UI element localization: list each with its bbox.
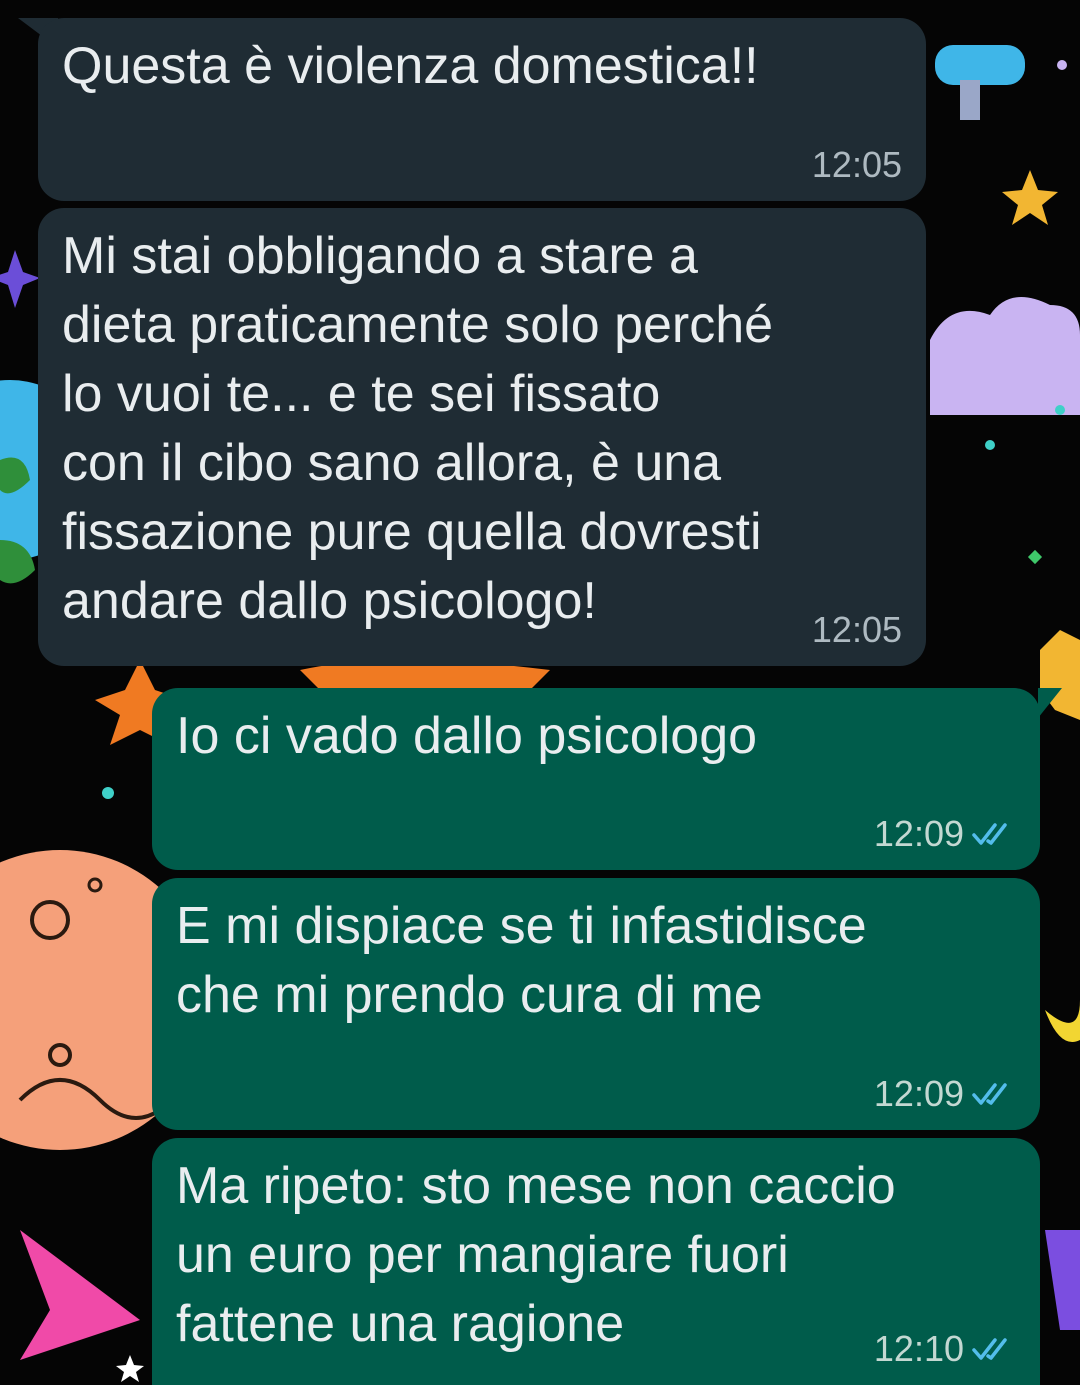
message-meta: 12:05 xyxy=(812,145,902,185)
message-bubble-outgoing[interactable]: E mi dispiace se ti infastidisce che mi … xyxy=(152,878,1040,1130)
message-time: 12:09 xyxy=(873,813,964,854)
message-meta: 12:09 xyxy=(874,1074,1016,1114)
double-check-icon xyxy=(972,1338,1007,1360)
outgoing-bubble-tail xyxy=(1038,688,1062,718)
message-bubble-outgoing[interactable]: Io ci vado dallo psicologo 12:09 xyxy=(152,688,1040,870)
message-time: 12:05 xyxy=(811,144,902,185)
message-meta: 12:05 xyxy=(812,610,902,650)
message-meta: 12:09 xyxy=(874,814,1016,854)
message-text: Mi stai obbligando a stare a dieta prati… xyxy=(62,227,774,630)
double-check-icon xyxy=(972,823,1007,845)
message-meta: 12:10 xyxy=(874,1329,1016,1369)
message-text: Questa è violenza domestica!! xyxy=(62,37,759,95)
message-time: 12:09 xyxy=(873,1073,964,1114)
message-text: E mi dispiace se ti infastidisce che mi … xyxy=(176,897,867,1024)
message-time: 12:05 xyxy=(811,609,902,650)
message-bubble-outgoing[interactable]: Ma ripeto: sto mese non caccio un euro p… xyxy=(152,1138,1040,1385)
message-time: 12:10 xyxy=(873,1328,964,1369)
message-text: Io ci vado dallo psicologo xyxy=(176,707,758,765)
message-bubble-incoming[interactable]: Questa è violenza domestica!! 12:05 xyxy=(38,18,926,201)
message-bubble-incoming[interactable]: Mi stai obbligando a stare a dieta prati… xyxy=(38,208,926,666)
double-check-icon xyxy=(972,1083,1007,1105)
